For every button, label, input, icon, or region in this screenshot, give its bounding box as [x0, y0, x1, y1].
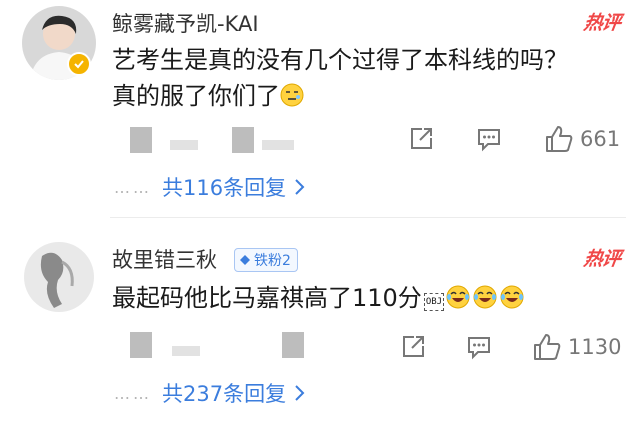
obscured-content: [282, 332, 304, 358]
comment-button[interactable]: [476, 126, 502, 152]
smirk-emoji-icon: [280, 81, 304, 117]
reply-count-label: 共116条回复: [162, 176, 287, 200]
thumbs-up-icon: [546, 126, 573, 152]
username[interactable]: 鲸雾藏予凯-KAI: [112, 8, 259, 38]
view-replies-link[interactable]: …… 共237条回复: [114, 378, 306, 408]
comment-text: 艺考生是真的没有几个过得了本科线的吗？ 真的服了你们了: [112, 42, 626, 117]
diamond-icon: [240, 255, 250, 265]
username[interactable]: 故里错三秋: [112, 244, 217, 274]
ellipsis-icon: ……: [114, 177, 152, 197]
obscured-content: [172, 346, 200, 356]
like-count: 1130: [568, 335, 622, 359]
laughing-tears-emoji-icon: [446, 283, 524, 319]
share-button[interactable]: [400, 334, 426, 360]
obscured-content: [232, 127, 254, 153]
like-count: 661: [580, 127, 621, 151]
ellipsis-icon: ……: [114, 383, 152, 403]
chevron-right-icon: [295, 179, 305, 195]
comment-card: 鲸雾藏予凯-KAI 热评 艺考生是真的没有几个过得了本科线的吗？ 真的服了你们了…: [0, 0, 640, 218]
comment-text-content: 最起码他比马嘉祺高了110分: [112, 284, 422, 312]
obscured-content: [130, 332, 152, 358]
obscured-content: [170, 140, 198, 150]
comment-card: 故里错三秋 铁粉2 热评 最起码他比马嘉祺高了110分 OBJ 1130 …… …: [0, 218, 640, 441]
comment-text-line: 真的服了你们了: [112, 78, 626, 117]
comment-icon: [478, 129, 500, 152]
share-button[interactable]: [408, 126, 434, 152]
share-icon: [403, 336, 424, 357]
reply-count-label: 共237条回复: [162, 382, 287, 406]
like-button[interactable]: 1130: [532, 332, 621, 362]
comment-icon: [468, 337, 490, 360]
fans-level-label: 铁粉2: [254, 253, 291, 269]
share-icon: [411, 128, 432, 149]
hot-comment-badge: 热评: [582, 248, 622, 270]
object-replacement-glyph: OBJ: [423, 293, 445, 311]
thumbs-up-icon: [534, 334, 561, 360]
obscured-content: [262, 140, 294, 150]
fans-level-badge: 铁粉2: [234, 248, 298, 272]
obscured-content: [130, 127, 152, 153]
comment-text-line: 艺考生是真的没有几个过得了本科线的吗？: [112, 46, 568, 74]
comment-text: 最起码他比马嘉祺高了110分 OBJ: [112, 280, 626, 319]
verified-badge-icon: [67, 52, 91, 76]
avatar[interactable]: [24, 242, 94, 312]
chevron-right-icon: [295, 385, 305, 401]
comment-button[interactable]: [466, 334, 492, 360]
view-replies-link[interactable]: …… 共116条回复: [114, 172, 306, 202]
hot-comment-badge: 热评: [582, 12, 622, 34]
like-button[interactable]: 661: [544, 124, 620, 154]
comment-text-content: 真的服了你们了: [112, 82, 280, 110]
